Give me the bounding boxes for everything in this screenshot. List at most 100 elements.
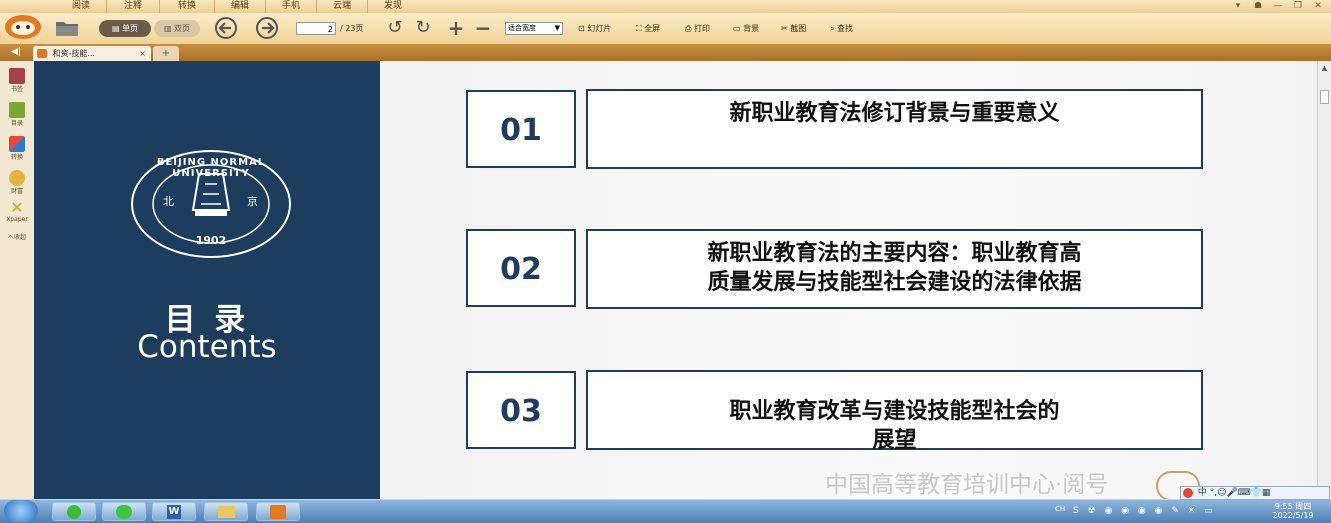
- slide-left-panel: BEIJING NORMAL UNIVERSITY 北 京 1902 目 录 C…: [34, 61, 380, 499]
- sidebar-item-label: Xpaper: [6, 216, 28, 223]
- page-number-input[interactable]: 2: [296, 22, 336, 35]
- sidebar-item-toc[interactable]: 目录: [0, 102, 34, 127]
- find-button[interactable]: ⌕ 查找: [830, 13, 853, 44]
- single-page-icon: ▤: [111, 24, 120, 33]
- slideshow-button[interactable]: ⊡ 幻灯片: [578, 13, 611, 44]
- toc-item-line1: 新职业教育法的主要内容：职业教育高: [707, 240, 1082, 266]
- sidebar-item-wealth[interactable]: 财富: [0, 170, 34, 195]
- background-icon: ▭: [733, 24, 741, 33]
- tab-close-icon[interactable]: ×: [139, 46, 146, 61]
- open-folder-icon[interactable]: [55, 18, 79, 38]
- zoom-out-icon[interactable]: −: [474, 18, 492, 38]
- fullscreen-icon: ⛶: [636, 24, 642, 33]
- slideshow-label: 幻灯片: [587, 24, 612, 33]
- find-label: 查找: [837, 24, 854, 33]
- seal-side-left: 北: [163, 195, 174, 208]
- background-button[interactable]: ▭ 背景: [733, 13, 759, 44]
- toc-item-number: 01: [466, 90, 576, 168]
- menu-bar: 阅读 注释 转换 编辑 手机 云端 发现 ▾ ☗ — ❐ ✕: [0, 0, 1331, 13]
- toc-item-line2: 展望: [872, 427, 917, 453]
- tab-strip: ◀| 和资-技能... × +: [0, 44, 1331, 61]
- sidebar-item-label: 书签: [10, 86, 23, 93]
- sidebar-item-convert[interactable]: 转换: [0, 136, 34, 161]
- screenshot-button[interactable]: ✂ 截图: [781, 13, 806, 44]
- taskbar-app-wechat[interactable]: [102, 502, 146, 521]
- ime-icons: °,☺🎤⌨👕▦: [1209, 488, 1271, 498]
- ime-mode-label: 中: [1197, 488, 1207, 498]
- fullscreen-button[interactable]: ⛶ 全屏: [636, 13, 660, 44]
- start-button[interactable]: [4, 500, 38, 522]
- ime-toolbar[interactable]: 中 °,☺🎤⌨👕▦: [1180, 486, 1330, 500]
- double-page-label: 双页: [174, 24, 191, 33]
- next-page-button[interactable]: [254, 17, 280, 39]
- foxit-logo-icon[interactable]: [3, 13, 43, 41]
- document-tab[interactable]: 和资-技能... ×: [33, 46, 151, 61]
- rotate-right-icon[interactable]: ↻: [413, 18, 433, 38]
- print-icon: ⎙: [685, 24, 692, 33]
- sidebar-item-label: へ收起: [7, 234, 26, 241]
- fullscreen-label: 全屏: [644, 24, 661, 33]
- left-sidebar: 书签 目录 转换 财富 ✕ Xpaper へ收起: [0, 61, 35, 499]
- toc-item-number: 03: [466, 371, 576, 449]
- sidebar-item-label: 目录: [10, 120, 23, 127]
- toc-item-line2: 质量发展与技能型社会建设的法律依据: [707, 269, 1082, 295]
- menu-tab-annotate[interactable]: 注释: [107, 0, 160, 13]
- collapse-sidebar-icon[interactable]: ◀|: [6, 46, 26, 59]
- search-icon: ⌕: [830, 24, 835, 33]
- app-logo-area: [0, 0, 52, 13]
- skin-icon[interactable]: ☗: [1252, 1, 1264, 12]
- menu-tab-discover[interactable]: 发现: [368, 0, 418, 13]
- chevron-down-icon: ▼: [554, 24, 560, 32]
- system-tray-icons[interactable]: S ☢ ◉ ◉ ◉ ◉ ✎ ✕ ▭: [1073, 504, 1223, 518]
- slide-canvas: BEIJING NORMAL UNIVERSITY 北 京 1902 目 录 C…: [34, 61, 1317, 499]
- menu-tab-mobile[interactable]: 手机: [266, 0, 317, 13]
- new-tab-button[interactable]: +: [153, 46, 179, 61]
- menu-tab-read[interactable]: 阅读: [56, 0, 107, 13]
- taskbar-app-pdf-reader[interactable]: [256, 502, 300, 521]
- taskbar-app-explorer[interactable]: [204, 502, 248, 521]
- university-seal-logo: BEIJING NORMAL UNIVERSITY 北 京 1902: [129, 149, 293, 259]
- language-indicator[interactable]: CH: [1055, 505, 1065, 513]
- scroll-thumb[interactable]: [1320, 90, 1329, 104]
- wechat-icon: [116, 505, 132, 519]
- zoom-select-value: 适合宽度: [508, 24, 536, 32]
- pdf-file-icon: [37, 49, 47, 58]
- slideshow-icon: ⊡: [578, 24, 585, 33]
- toc-item-line1: 新职业教育法修订背景与重要意义: [729, 100, 1060, 126]
- toc-item-text-box: 新职业教育法的主要内容：职业教育高 质量发展与技能型社会建设的法律依据: [586, 229, 1203, 309]
- sidebar-item-bookmark[interactable]: 书签: [0, 68, 34, 93]
- toc-item-number: 02: [466, 229, 576, 307]
- menu-tab-cloud[interactable]: 云端: [317, 0, 368, 13]
- single-page-button[interactable]: ▤ 单页: [99, 20, 151, 37]
- close-icon[interactable]: ✕: [1312, 1, 1324, 12]
- taskbar-app-word[interactable]: W: [152, 502, 196, 521]
- zoom-select[interactable]: 适合宽度 ▼: [505, 22, 563, 35]
- windows-taskbar: W 中 °,☺🎤⌨👕▦ CH S ☢ ◉ ◉ ◉ ◉ ✎ ✕ ▭ 9:55 周四…: [0, 486, 1331, 523]
- rotate-left-icon[interactable]: ↺: [385, 18, 405, 38]
- xpaper-icon: ✕: [10, 198, 24, 217]
- prev-page-button[interactable]: [213, 17, 239, 39]
- taskbar-app-browser[interactable]: [52, 502, 96, 521]
- print-button[interactable]: ⎙ 打印: [685, 13, 710, 44]
- scroll-up-icon[interactable]: ▲: [1319, 63, 1330, 73]
- maximize-icon[interactable]: ❐: [1292, 1, 1304, 12]
- sidebar-collapse[interactable]: へ收起: [0, 232, 34, 241]
- toc-item-text-box: 新职业教育法修订背景与重要意义: [586, 89, 1203, 169]
- folder-icon: [218, 506, 235, 518]
- clock-date[interactable]: 2022/5/19: [1260, 511, 1326, 520]
- minimize-icon[interactable]: —: [1272, 1, 1284, 12]
- bookmark-icon: [9, 68, 25, 84]
- scissors-icon: ✂: [781, 24, 788, 33]
- page-total-label: / 23页: [340, 24, 364, 33]
- vertical-scrollbar[interactable]: ▲: [1317, 61, 1331, 499]
- menu-tab-convert[interactable]: 转换: [160, 0, 215, 13]
- zoom-in-icon[interactable]: +: [447, 18, 465, 38]
- menu-tab-edit[interactable]: 编辑: [215, 0, 266, 13]
- document-tab-label: 和资-技能...: [52, 49, 96, 58]
- window-menu-icon[interactable]: ▾: [1232, 1, 1244, 12]
- screenshot-label: 截图: [790, 24, 807, 33]
- sidebar-item-xpaper[interactable]: ✕ Xpaper: [0, 198, 34, 224]
- seal-side-right: 京: [247, 195, 258, 208]
- toc-item-line1: 职业教育改革与建设技能型社会的: [729, 398, 1060, 424]
- double-page-button[interactable]: ▥ 双页: [154, 20, 200, 37]
